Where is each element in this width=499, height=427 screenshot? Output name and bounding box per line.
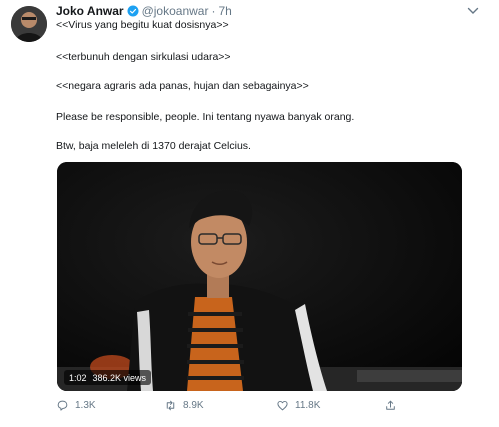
tweet-text-line-3: <<negara agraris ada panas, hujan dan se… — [56, 80, 309, 92]
verified-badge-icon — [127, 5, 139, 17]
display-name[interactable]: Joko Anwar — [56, 4, 124, 18]
tweet-text-line-4: Please be responsible, people. Ini tenta… — [56, 111, 355, 123]
tweet-header: Joko Anwar @jokoanwar · 7h — [56, 4, 232, 18]
heart-icon — [277, 400, 288, 411]
reply-button[interactable]: 1.3K — [56, 399, 96, 412]
tweet-text-line-2: <<terbunuh dengan sirkulasi udara>> — [56, 51, 231, 63]
reply-count: 1.3K — [75, 400, 96, 411]
chevron-down-icon[interactable] — [467, 6, 479, 16]
tweet-text-line-1: <<Virus yang begitu kuat dosisnya>> — [56, 19, 229, 31]
video-duration: 1:02 — [69, 372, 87, 383]
retweet-count: 8.9K — [183, 400, 204, 411]
retweet-icon — [166, 400, 175, 411]
video-thumbnail — [57, 162, 462, 391]
retweet-button[interactable]: 8.9K — [164, 399, 204, 412]
like-button[interactable]: 11.8K — [276, 399, 320, 412]
action-bar: 1.3K 8.9K 11.8K — [56, 399, 476, 415]
avatar[interactable] — [11, 6, 47, 42]
timestamp[interactable]: 7h — [218, 4, 231, 18]
like-count: 11.8K — [295, 400, 321, 411]
share-icon — [386, 400, 395, 410]
tweet-text-line-5: Btw, baja meleleh di 1370 derajat Celciu… — [56, 140, 251, 152]
reply-icon — [57, 400, 68, 411]
video-stats-badge: 1:02 386.2K views — [64, 370, 152, 385]
video-player[interactable]: 1:02 386.2K views — [57, 162, 462, 391]
video-views: 386.2K views — [92, 372, 147, 383]
separator: · — [211, 4, 216, 18]
tweet-card[interactable]: Joko Anwar @jokoanwar · 7h <<Virus yang … — [0, 0, 499, 427]
handle[interactable]: @jokoanwar — [142, 4, 209, 18]
share-button[interactable] — [384, 399, 397, 412]
